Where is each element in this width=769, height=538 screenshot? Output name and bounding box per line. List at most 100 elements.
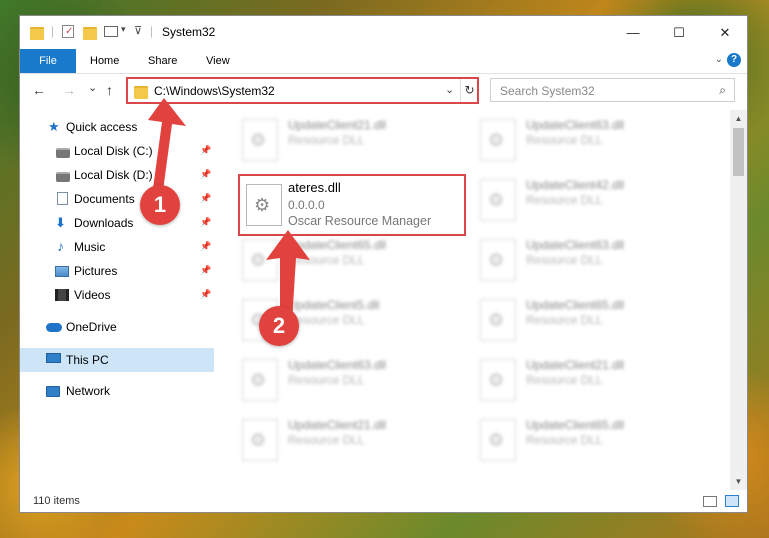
nav-item-label: Network: [66, 384, 111, 398]
pin-icon: 📌: [200, 193, 212, 203]
address-row: ← → ⌄ ↑ C:\Windows\System32 ⌄ ↻ Search S…: [20, 74, 747, 108]
file-type: Resource DLL: [288, 133, 365, 147]
pin-icon: 📌: [200, 169, 212, 179]
nav-item-label: This PC: [66, 353, 109, 367]
pin-icon: 📌: [200, 145, 212, 155]
file-item[interactable]: UpdateClient65.dll Resource DLL: [476, 292, 706, 348]
file-type: Resource DLL: [526, 313, 603, 327]
nav-item-label: Music: [74, 240, 106, 254]
file-name: UpdateClient65.dll: [526, 298, 625, 312]
pin-icon: 📌: [200, 241, 212, 251]
dll-file-icon: [242, 119, 278, 161]
file-version: 0.0.0.0: [288, 198, 325, 212]
nav-item-music[interactable]: ♪ Music 📌: [20, 236, 214, 258]
file-explorer-window: | ✓ ▾ ⊽ | System32 — ☐ ✕ File Home Share…: [19, 15, 748, 513]
file-name: UpdateClient21.dll: [288, 118, 387, 132]
file-type: Resource DLL: [526, 433, 603, 447]
forward-button[interactable]: →: [62, 82, 76, 98]
pin-icon: 📌: [200, 217, 212, 227]
drive-icon: [56, 172, 70, 182]
up-button[interactable]: ↑: [106, 82, 113, 98]
pin-icon: 📌: [200, 265, 212, 275]
file-item[interactable]: UpdateClient21.dll Resource DLL: [238, 112, 468, 168]
title-bar: | ✓ ▾ ⊽ | System32 — ☐ ✕: [20, 16, 747, 49]
file-item[interactable]: UpdateClient42.dll Resource DLL: [476, 172, 706, 228]
file-company: Oscar Resource Manager: [288, 214, 432, 228]
file-item-ateres-dll[interactable]: ateres.dll 0.0.0.0 Oscar Resource Manage…: [238, 174, 466, 236]
properties-icon[interactable]: ✓: [62, 25, 74, 38]
file-item[interactable]: UpdateClient63.dll Resource DLL: [238, 352, 468, 408]
music-icon: ♪: [57, 238, 64, 254]
back-button[interactable]: ←: [32, 82, 46, 98]
dll-file-icon: [480, 239, 516, 281]
cloud-icon: [46, 323, 62, 332]
large-icons-view-icon[interactable]: [725, 495, 739, 507]
step-2-badge: 2: [259, 306, 299, 346]
scroll-up-icon[interactable]: ▲: [730, 110, 747, 127]
file-name: UpdateClient63.dll: [288, 358, 387, 372]
dll-file-icon: [480, 359, 516, 401]
maximize-button[interactable]: ☐: [656, 16, 702, 49]
nav-item-label: Quick access: [66, 120, 138, 134]
scrollbar-thumb[interactable]: [733, 128, 744, 176]
minimize-button[interactable]: —: [610, 16, 656, 49]
file-item[interactable]: UpdateClient21.dll Resource DLL: [476, 352, 706, 408]
pin-icon: 📌: [200, 289, 212, 299]
file-name: UpdateClient63.dll: [526, 118, 625, 132]
vertical-scrollbar[interactable]: ▲ ▼: [730, 110, 747, 490]
refresh-button[interactable]: ↻: [460, 79, 478, 102]
separator: |: [51, 24, 55, 38]
file-item[interactable]: UpdateClient21.dll Resource DLL: [238, 412, 468, 468]
dll-file-icon: [242, 359, 278, 401]
dll-file-icon: [480, 179, 516, 221]
dll-file-icon: [246, 184, 282, 226]
dll-file-icon: [480, 419, 516, 461]
close-button[interactable]: ✕: [702, 16, 748, 49]
item-count: 110 items: [33, 495, 80, 507]
chevron-down-icon[interactable]: ▾: [121, 24, 126, 35]
file-type: Resource DLL: [526, 253, 603, 267]
window-title: System32: [162, 25, 216, 39]
address-dropdown-icon[interactable]: ⌄: [445, 83, 454, 96]
status-bar: 110 items: [20, 492, 747, 512]
help-icon[interactable]: ?: [727, 53, 741, 67]
nav-item-label: OneDrive: [66, 320, 117, 334]
scroll-down-icon[interactable]: ▼: [730, 473, 747, 490]
nav-item-videos[interactable]: Videos 📌: [20, 284, 214, 306]
nav-item-pictures[interactable]: Pictures 📌: [20, 260, 214, 282]
file-name: UpdateClient21.dll: [288, 418, 387, 432]
tab-file[interactable]: File: [20, 49, 76, 73]
dll-file-icon: [480, 299, 516, 341]
file-type: Resource DLL: [288, 373, 365, 387]
file-name: UpdateClient63.dll: [526, 238, 625, 252]
nav-item-label: Downloads: [74, 216, 134, 230]
nav-item-network[interactable]: Network: [20, 380, 214, 402]
search-icon[interactable]: ⌕: [719, 83, 726, 98]
file-item[interactable]: UpdateClient63.dll Resource DLL: [476, 232, 706, 288]
search-box[interactable]: Search System32 ⌕: [490, 78, 735, 102]
file-name: UpdateClient65.dll: [526, 418, 625, 432]
file-item[interactable]: UpdateClient65.dll Resource DLL: [476, 412, 706, 468]
nav-item-onedrive[interactable]: OneDrive: [20, 316, 214, 338]
file-type: Resource DLL: [526, 133, 603, 147]
nav-item-downloads[interactable]: ⬇ Downloads 📌: [20, 212, 214, 234]
customize-toolbar-icon[interactable]: ⊽: [134, 24, 142, 37]
nav-item-this-pc[interactable]: This PC: [20, 348, 214, 372]
tab-home[interactable]: Home: [90, 49, 119, 73]
documents-icon: [57, 192, 68, 205]
view-options-icon[interactable]: [104, 26, 118, 37]
step-1-badge: 1: [140, 185, 180, 225]
recent-locations-button[interactable]: ⌄: [88, 81, 97, 94]
nav-item-label: Pictures: [74, 264, 118, 278]
new-folder-icon[interactable]: [83, 27, 97, 40]
tab-share[interactable]: Share: [148, 49, 177, 73]
tab-view[interactable]: View: [206, 49, 230, 73]
download-icon: ⬇: [55, 215, 66, 230]
file-item[interactable]: UpdateClient63.dll Resource DLL: [476, 112, 706, 168]
file-name: ateres.dll: [288, 180, 341, 195]
search-input[interactable]: Search System32: [500, 84, 595, 98]
star-icon: ★: [48, 119, 60, 134]
expand-ribbon-icon[interactable]: ⌄: [715, 54, 723, 65]
address-path[interactable]: C:\Windows\System32: [154, 84, 275, 98]
details-view-icon[interactable]: [703, 496, 717, 507]
